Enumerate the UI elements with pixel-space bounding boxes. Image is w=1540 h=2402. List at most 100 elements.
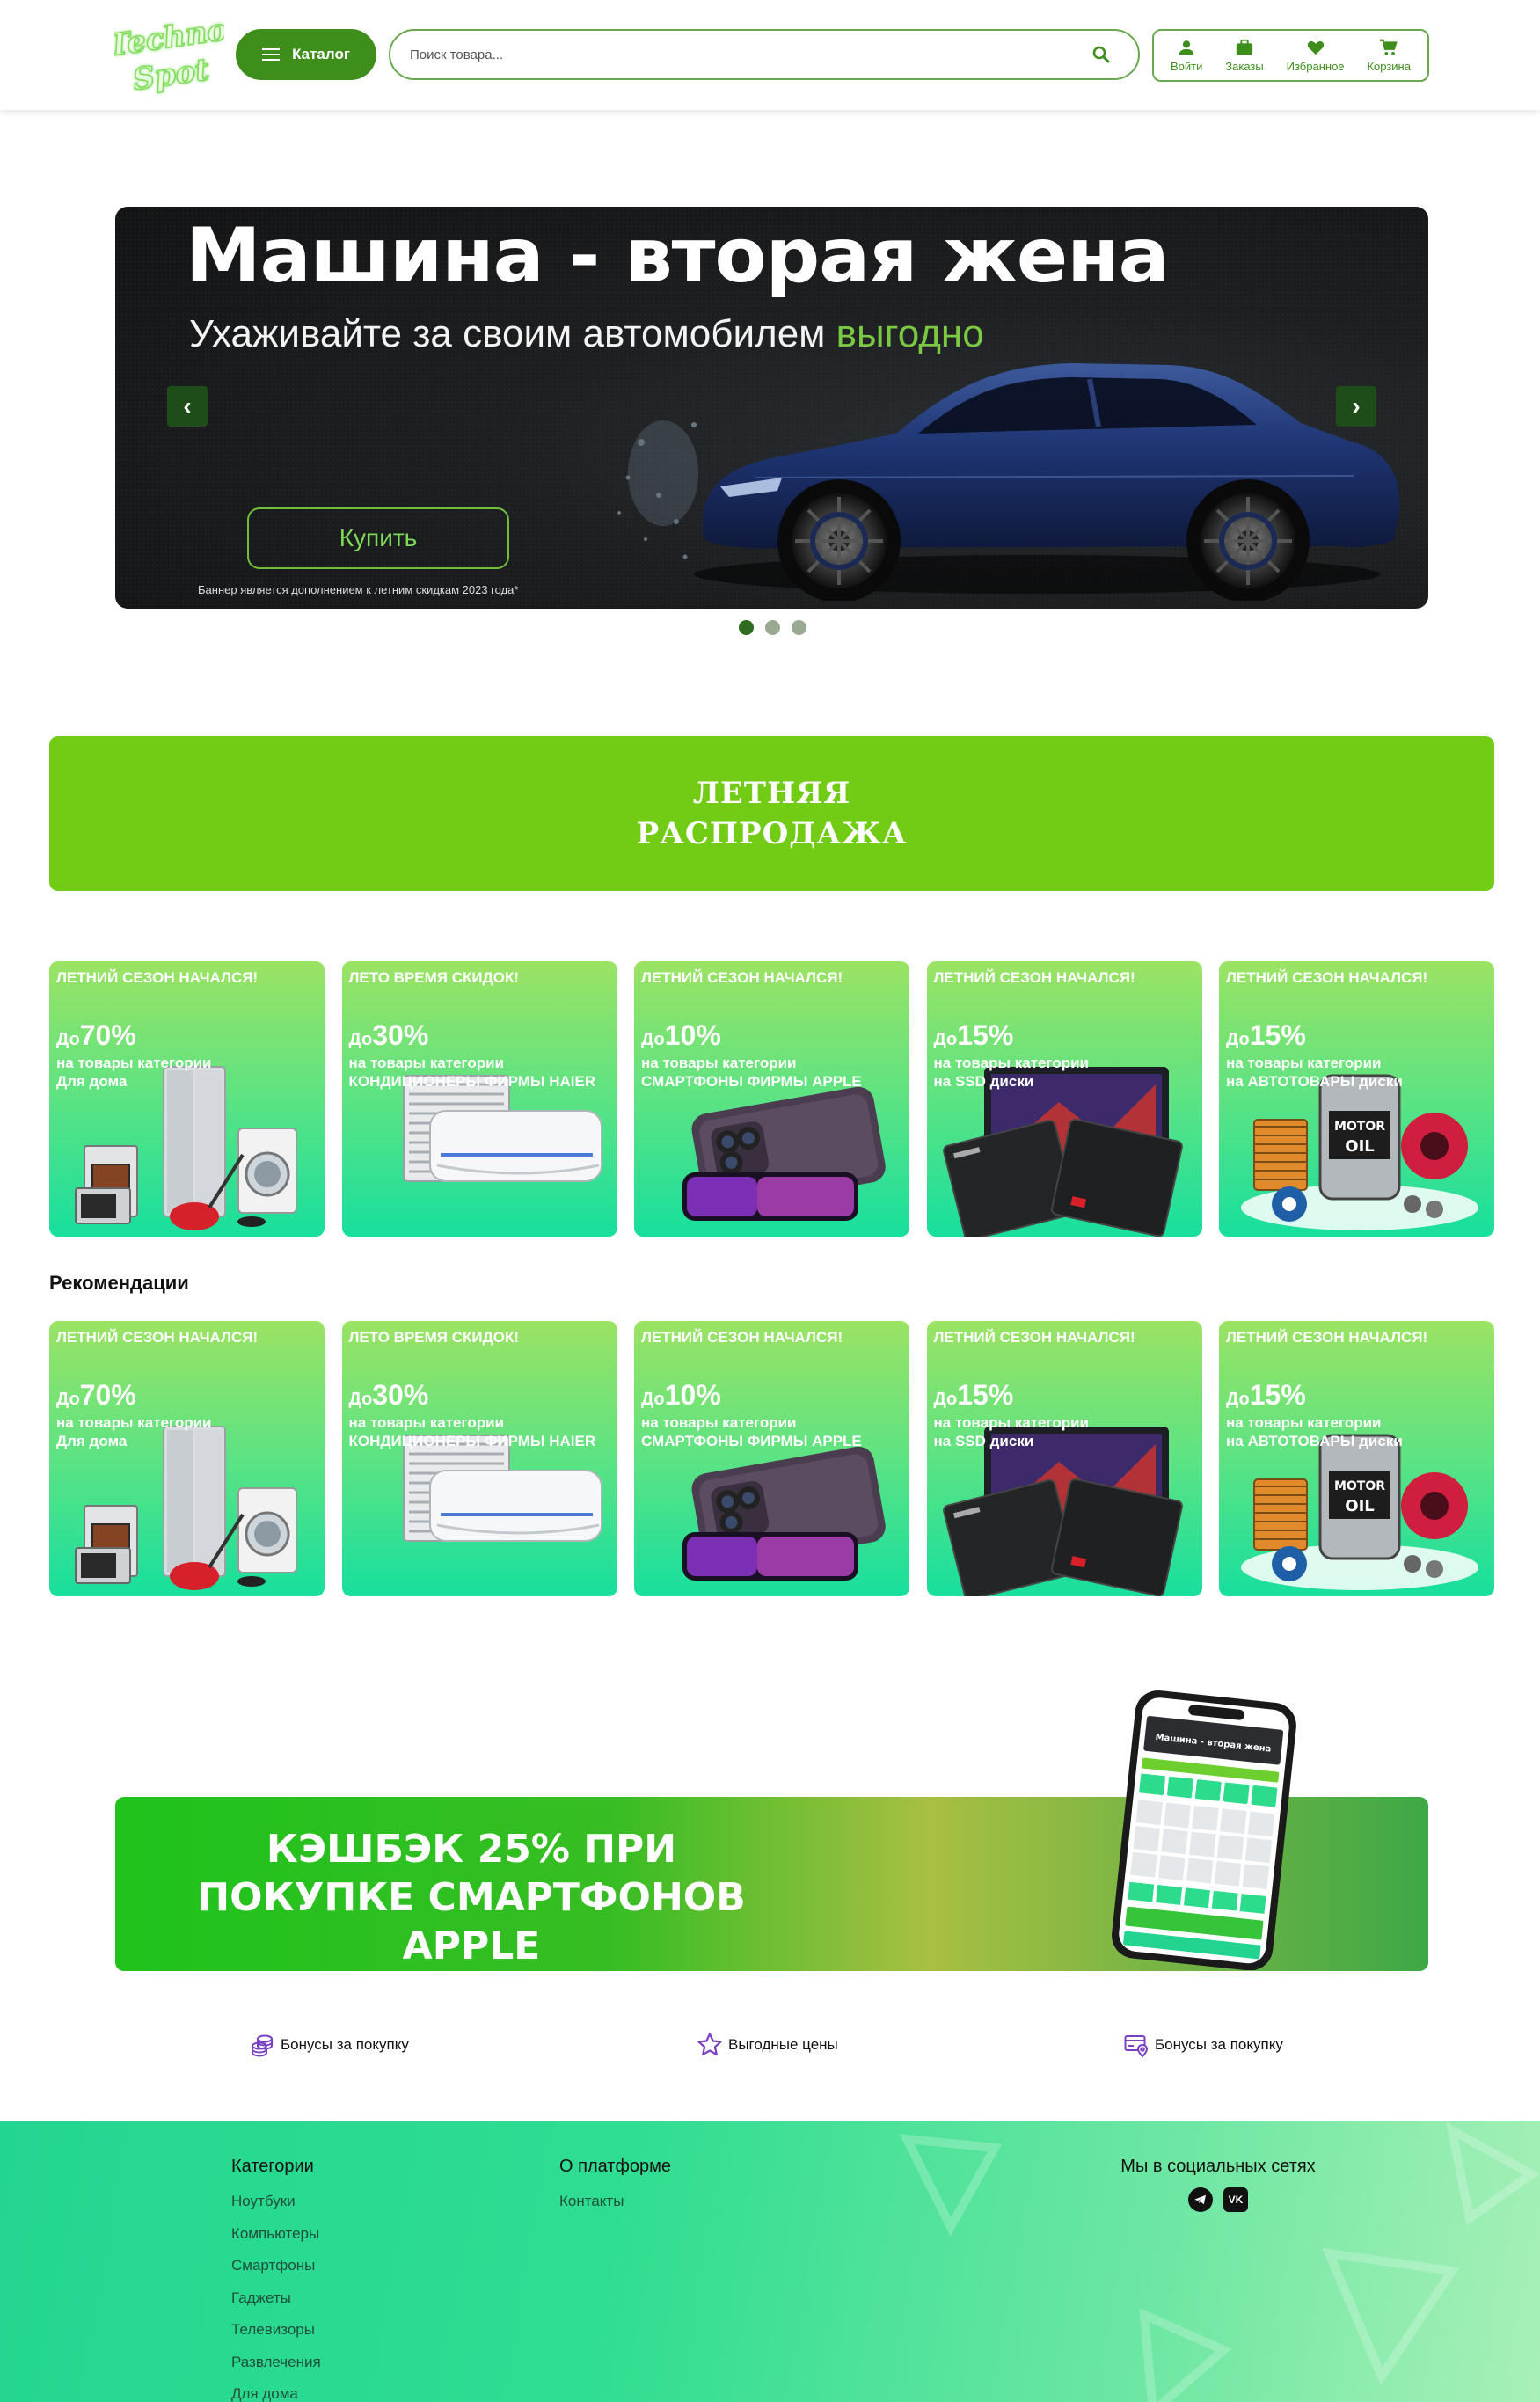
promo-discount: До30% bbox=[349, 1019, 429, 1052]
promo-discount: До10% bbox=[641, 1379, 721, 1412]
footer-categories-title: Категории bbox=[231, 2157, 314, 2176]
hero-banner[interactable]: Машина - вторая жена Ухаживайте за своим… bbox=[115, 207, 1428, 609]
favorites-label: Избранное bbox=[1286, 60, 1345, 73]
search-input[interactable] bbox=[410, 31, 1078, 78]
promo-card[interactable]: MOTOR OIL ЛЕТНИЙ СЕЗОН НАЧАЛСЯ! До15% на… bbox=[1219, 1321, 1494, 1596]
promo-discount-prefix: До bbox=[641, 1390, 665, 1409]
promo-discount: До15% bbox=[1226, 1019, 1306, 1052]
promo-discount-value: 15% bbox=[957, 1019, 1014, 1051]
footer-link-home[interactable]: Для дома bbox=[231, 2378, 321, 2402]
favorites-button[interactable]: Избранное bbox=[1287, 38, 1345, 73]
car-image bbox=[617, 363, 1400, 601]
cart-button[interactable]: Корзина bbox=[1367, 38, 1411, 73]
promo-card[interactable]: ЛЕТО ВРЕМЯ СКИДОК! До30% на товары катег… bbox=[341, 1321, 617, 1596]
cashback-line-2: ПОКУПКЕ СМАРТФОНОВ bbox=[197, 1875, 746, 1920]
summer-sale-banner[interactable]: ЛЕТНЯЯ РАСПРОДАЖА bbox=[49, 736, 1494, 891]
carousel-next-button[interactable]: › bbox=[1336, 386, 1376, 427]
promo-card[interactable]: ЛЕТНИЙ СЕЗОН НАЧАЛСЯ! До15% на товары ка… bbox=[926, 1321, 1202, 1596]
carousel-dots bbox=[739, 620, 806, 635]
site-header: Techno Spot Каталог Войти Заказы Избранн… bbox=[0, 0, 1540, 110]
footer-link-entertainment[interactable]: Развлечения bbox=[231, 2347, 321, 2379]
footer-link-gadgets[interactable]: Гаджеты bbox=[231, 2282, 321, 2315]
login-button[interactable]: Войти bbox=[1171, 38, 1202, 73]
promo-category-name: Для дома bbox=[56, 1433, 128, 1449]
svg-text:MOTOR: MOTOR bbox=[1334, 1120, 1385, 1134]
promo-category-caption: на товары категории bbox=[56, 1414, 212, 1431]
promo-card[interactable]: ЛЕТНИЙ СЕЗОН НАЧАЛСЯ! До70% на товары ка… bbox=[49, 1321, 325, 1596]
cashback-line-1: КЭШБЭК 25% ПРИ bbox=[266, 1827, 677, 1872]
cart-icon bbox=[1380, 39, 1398, 55]
carousel-dot[interactable] bbox=[739, 620, 754, 635]
carousel-dot[interactable] bbox=[765, 620, 780, 635]
promo-headline: ЛЕТНИЙ СЕЗОН НАЧАЛСЯ! bbox=[933, 969, 1135, 986]
features-row: Бонусы за покупку Выгодные цены Бонусы з… bbox=[0, 2027, 1540, 2063]
feature-prices: Выгодные цены bbox=[697, 2032, 838, 2058]
hero-disclaimer: Баннер является дополнением к летним ски… bbox=[198, 583, 519, 596]
buy-button[interactable]: Купить bbox=[247, 507, 509, 569]
promo-headline: ЛЕТНИЙ СЕЗОН НАЧАЛСЯ! bbox=[641, 1329, 843, 1346]
promo-category-name: на АВТОТОВАРЫ диски bbox=[1226, 1433, 1403, 1449]
promo-category-name: СМАРТФОНЫ ФИРМЫ APPLE bbox=[641, 1433, 862, 1449]
promo-discount-value: 70% bbox=[79, 1019, 136, 1051]
promo-discount-prefix: До bbox=[933, 1030, 958, 1049]
smartphone-image: Машина - вторая жена bbox=[1112, 1690, 1296, 1970]
telegram-link[interactable] bbox=[1188, 2187, 1213, 2212]
sale-banner-line-1: ЛЕТНЯЯ bbox=[692, 776, 851, 811]
promo-category-caption: на товары категории bbox=[348, 1055, 505, 1071]
footer-link-notebooks[interactable]: Ноутбуки bbox=[231, 2186, 321, 2218]
carousel-dot[interactable] bbox=[792, 620, 806, 635]
vk-link[interactable]: VK bbox=[1223, 2187, 1248, 2212]
footer-link-computers[interactable]: Компьютеры bbox=[231, 2218, 321, 2251]
promo-discount-prefix: До bbox=[933, 1390, 958, 1409]
catalog-button[interactable]: Каталог bbox=[236, 29, 376, 80]
catalog-label: Каталог bbox=[292, 46, 350, 62]
promo-discount-prefix: До bbox=[56, 1030, 80, 1049]
promo-category-caption: на товары категории bbox=[348, 1414, 505, 1431]
promo-discount-prefix: До bbox=[641, 1030, 665, 1049]
promo-card[interactable]: ЛЕТНИЙ СЕЗОН НАЧАЛСЯ! До70% на товары ка… bbox=[49, 961, 325, 1237]
feature-bonuses: Бонусы за покупку bbox=[249, 2032, 409, 2058]
footer-categories: Категории Ноутбуки Компьютеры Смартфоны … bbox=[231, 2157, 321, 2402]
user-menu: Войти Заказы Избранное Корзина bbox=[1152, 29, 1429, 82]
cashback-text: КЭШБЭК 25% ПРИ ПОКУПКЕ СМАРТФОНОВ APPLE bbox=[194, 1825, 748, 1970]
promo-category-name: на SSD диски bbox=[933, 1073, 1034, 1090]
promo-discount-prefix: До bbox=[348, 1390, 373, 1409]
promo-card[interactable]: ЛЕТНИЙ СЕЗОН НАЧАЛСЯ! До10% на товары ка… bbox=[634, 961, 909, 1237]
vk-icon: VK bbox=[1228, 2194, 1244, 2206]
briefcase-icon bbox=[1236, 39, 1253, 55]
promo-category-caption: на товары категории bbox=[641, 1055, 797, 1071]
search-bar bbox=[389, 29, 1140, 80]
footer-link-contacts[interactable]: Контакты bbox=[559, 2186, 671, 2218]
promo-category-caption: на товары категории bbox=[641, 1414, 797, 1431]
carousel-prev-button[interactable]: ‹ bbox=[167, 386, 208, 427]
promo-discount: До15% bbox=[934, 1019, 1014, 1052]
promo-discount-value: 10% bbox=[664, 1019, 721, 1051]
footer-link-smartphones[interactable]: Смартфоны bbox=[231, 2250, 321, 2282]
footer-link-tv[interactable]: Телевизоры bbox=[231, 2314, 321, 2347]
user-icon bbox=[1179, 40, 1194, 55]
cashback-line-3: APPLE bbox=[402, 1924, 541, 1968]
orders-button[interactable]: Заказы bbox=[1225, 38, 1264, 73]
promo-card[interactable]: ЛЕТО ВРЕМЯ СКИДОК! До30% на товары катег… bbox=[341, 961, 617, 1237]
feature-bonuses-2: Бонусы за покупку bbox=[1123, 2032, 1283, 2058]
promo-category-caption: на товары категории bbox=[1226, 1055, 1382, 1071]
footer-platform-title: О платформе bbox=[559, 2157, 672, 2176]
promo-category-name: Для дома bbox=[56, 1073, 128, 1090]
promo-card[interactable]: ЛЕТНИЙ СЕЗОН НАЧАЛСЯ! До10% на товары ка… bbox=[634, 1321, 909, 1596]
promo-category-name: СМАРТФОНЫ ФИРМЫ APPLE bbox=[641, 1073, 862, 1090]
promo-discount: До70% bbox=[56, 1019, 136, 1052]
promo-card[interactable]: ЛЕТНИЙ СЕЗОН НАЧАЛСЯ! До15% на товары ка… bbox=[926, 961, 1202, 1237]
promo-discount: До10% bbox=[641, 1019, 721, 1052]
promo-discount-prefix: До bbox=[348, 1030, 373, 1049]
promo-headline: ЛЕТНИЙ СЕЗОН НАЧАЛСЯ! bbox=[56, 969, 259, 986]
search-icon[interactable] bbox=[1091, 44, 1112, 65]
promo-row: ЛЕТНИЙ СЕЗОН НАЧАЛСЯ! До70% на товары ка… bbox=[49, 961, 1494, 1237]
feature-bonuses-2-label: Бонусы за покупку bbox=[1155, 2036, 1283, 2053]
promo-discount-value: 15% bbox=[957, 1379, 1014, 1411]
promo-discount-value: 10% bbox=[664, 1379, 721, 1411]
promo-category-caption: на товары категории bbox=[933, 1414, 1090, 1431]
promo-discount-value: 30% bbox=[372, 1019, 429, 1051]
footer-socials-title: Мы в социальных сетях bbox=[1120, 2157, 1316, 2176]
promo-card[interactable]: MOTOR OIL ЛЕТНИЙ СЕЗОН НАЧАЛСЯ! До15% на… bbox=[1219, 961, 1494, 1237]
site-logo[interactable]: Techno Spot bbox=[114, 12, 224, 97]
